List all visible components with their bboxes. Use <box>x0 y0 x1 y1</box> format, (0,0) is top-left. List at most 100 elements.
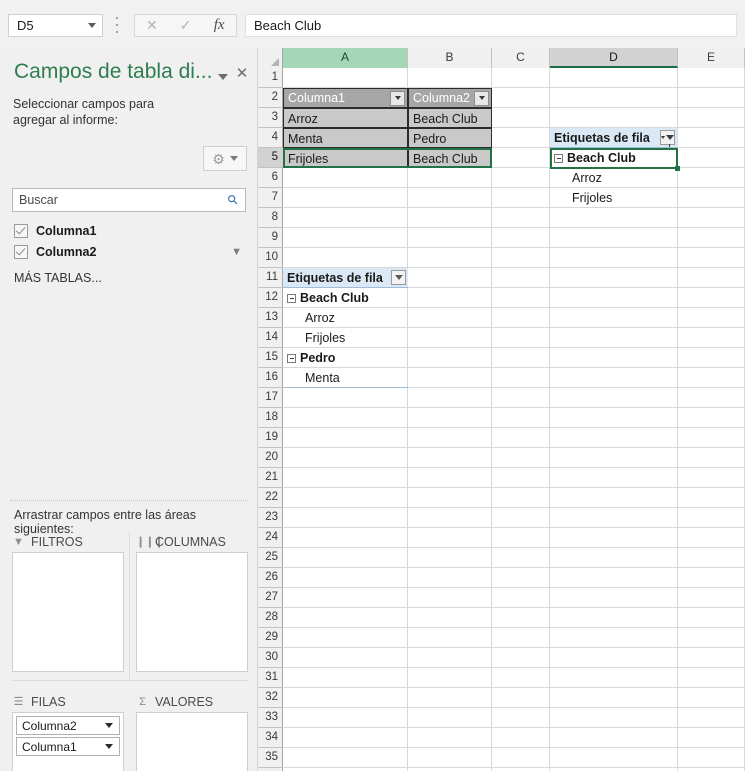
row-header-22[interactable]: 22 <box>258 488 283 508</box>
row-header-13[interactable]: 13 <box>258 308 283 328</box>
row-header-34[interactable]: 34 <box>258 728 283 748</box>
row-header-7[interactable]: 7 <box>258 188 283 208</box>
pivot-d-item-2[interactable]: Frijoles <box>550 188 677 208</box>
pivot-a-item-0[interactable]: Beach Club <box>283 288 408 308</box>
fill-handle[interactable] <box>675 166 680 171</box>
filter-applied-icon[interactable] <box>660 130 675 147</box>
row-header-27[interactable]: 27 <box>258 588 283 608</box>
field-list-item-columna2[interactable]: Columna2 ▼ <box>12 241 246 262</box>
row-header-24[interactable]: 24 <box>258 528 283 548</box>
area-dropzone-columnas[interactable] <box>136 552 248 672</box>
gridline-v <box>677 68 678 771</box>
row-header-19[interactable]: 19 <box>258 428 283 448</box>
table-header-columna1[interactable]: Columna1 <box>283 88 408 108</box>
pivot-d-item-1[interactable]: Arroz <box>550 168 677 188</box>
filter-icon[interactable]: ▼ <box>231 246 242 258</box>
row-header-4[interactable]: 4 <box>258 128 283 148</box>
row-header-18[interactable]: 18 <box>258 408 283 428</box>
area-dropzone-filtros[interactable] <box>12 552 124 672</box>
area-dropzone-filas[interactable]: Columna2 Columna1 <box>12 712 124 771</box>
table-cell-b5[interactable]: Beach Club <box>408 148 492 168</box>
field-checkbox[interactable] <box>14 244 28 259</box>
row-header-30[interactable]: 30 <box>258 648 283 668</box>
row-header-20[interactable]: 20 <box>258 448 283 468</box>
more-options-icon[interactable] <box>112 17 122 33</box>
row-header-25[interactable]: 25 <box>258 548 283 568</box>
area-dropzone-valores[interactable] <box>136 712 248 771</box>
pivot-d-header[interactable]: Etiquetas de fila <box>550 128 677 148</box>
field-checkbox[interactable] <box>14 223 28 238</box>
row-header-31[interactable]: 31 <box>258 668 283 688</box>
column-header-c[interactable]: C <box>492 48 550 68</box>
pivot-d-item-0[interactable]: Beach Club <box>550 148 677 168</box>
row-header-11[interactable]: 11 <box>258 268 283 288</box>
name-box[interactable]: D5 <box>8 14 103 37</box>
field-chip-columna1[interactable]: Columna1 <box>16 737 120 756</box>
collapse-icon[interactable] <box>554 153 563 163</box>
row-header-10[interactable]: 10 <box>258 248 283 268</box>
gridline-v <box>491 68 492 771</box>
filter-icon[interactable] <box>391 270 406 285</box>
close-icon[interactable]: ✕ <box>234 66 250 82</box>
row-header-21[interactable]: 21 <box>258 468 283 488</box>
pivot-a-item-4[interactable]: Menta <box>283 368 408 388</box>
more-tables-link[interactable]: MÁS TABLAS... <box>12 271 246 285</box>
chevron-down-icon[interactable] <box>216 70 230 84</box>
table-cell-a5[interactable]: Frijoles <box>283 148 408 168</box>
row-header-28[interactable]: 28 <box>258 608 283 628</box>
field-search-box[interactable]: Buscar ⚲ <box>12 188 246 212</box>
column-header-a[interactable]: A <box>283 48 408 68</box>
row-header-2[interactable]: 2 <box>258 88 283 108</box>
row-header-5[interactable]: 5 <box>258 148 283 168</box>
table-cell-b3[interactable]: Beach Club <box>408 108 492 128</box>
row-header-35[interactable]: 35 <box>258 748 283 768</box>
row-header-23[interactable]: 23 <box>258 508 283 528</box>
pivot-a-item-2[interactable]: Frijoles <box>283 328 408 348</box>
row-header-12[interactable]: 12 <box>258 288 283 308</box>
cancel-formula-icon[interactable]: ✕ <box>135 15 169 36</box>
pivot-a-item-1[interactable]: Arroz <box>283 308 408 328</box>
row-header-9[interactable]: 9 <box>258 228 283 248</box>
row-header-26[interactable]: 26 <box>258 568 283 588</box>
field-chip-columna2[interactable]: Columna2 <box>16 716 120 735</box>
row-header-32[interactable]: 32 <box>258 688 283 708</box>
autofilter-icon[interactable] <box>474 90 489 106</box>
pivot-a-item-3[interactable]: Pedro <box>283 348 408 368</box>
table-header-columna2[interactable]: Columna2 <box>408 88 492 108</box>
chevron-down-icon[interactable] <box>105 723 113 728</box>
row-header-16[interactable]: 16 <box>258 368 283 388</box>
area-header: Σ VALORES <box>136 692 248 712</box>
row-header-1[interactable]: 1 <box>258 68 283 88</box>
formula-input[interactable]: Beach Club <box>245 14 737 37</box>
column-header-d[interactable]: D <box>550 48 678 68</box>
autofilter-icon[interactable] <box>390 90 405 106</box>
table-cell-a4[interactable]: Menta <box>283 128 408 148</box>
pivot-a-header[interactable]: Etiquetas de fila <box>283 268 408 288</box>
row-header-33[interactable]: 33 <box>258 708 283 728</box>
row-header-3[interactable]: 3 <box>258 108 283 128</box>
area-separator-horizontal <box>12 680 248 681</box>
row-header-6[interactable]: 6 <box>258 168 283 188</box>
select-all-corner[interactable] <box>258 48 283 68</box>
confirm-formula-icon[interactable]: ✓ <box>169 15 203 36</box>
row-header-8[interactable]: 8 <box>258 208 283 228</box>
row-header-17[interactable]: 17 <box>258 388 283 408</box>
insert-function-icon[interactable]: fx <box>202 15 236 36</box>
table-cell-b4[interactable]: Pedro <box>408 128 492 148</box>
field-list: Columna1 Columna2 ▼ MÁS TABLAS... <box>12 220 246 482</box>
name-box-dropdown-icon[interactable] <box>82 23 102 28</box>
table-cell-a3[interactable]: Arroz <box>283 108 408 128</box>
row-header-29[interactable]: 29 <box>258 628 283 648</box>
row-header-15[interactable]: 15 <box>258 348 283 368</box>
collapse-icon[interactable] <box>287 293 296 303</box>
collapse-icon[interactable] <box>287 353 296 363</box>
gridline-h <box>283 687 745 688</box>
chevron-down-icon[interactable] <box>105 744 113 749</box>
field-list-item-columna1[interactable]: Columna1 <box>12 220 246 241</box>
row-header-14[interactable]: 14 <box>258 328 283 348</box>
column-header-b[interactable]: B <box>408 48 492 68</box>
area-header: ☰ FILAS <box>12 692 124 712</box>
worksheet-grid[interactable]: A B C D E 1 2 3 4 5 6 7 8 9 10 11 12 13 … <box>258 48 745 771</box>
panel-settings-button[interactable]: ⚙ <box>203 146 247 171</box>
column-header-e[interactable]: E <box>678 48 745 68</box>
